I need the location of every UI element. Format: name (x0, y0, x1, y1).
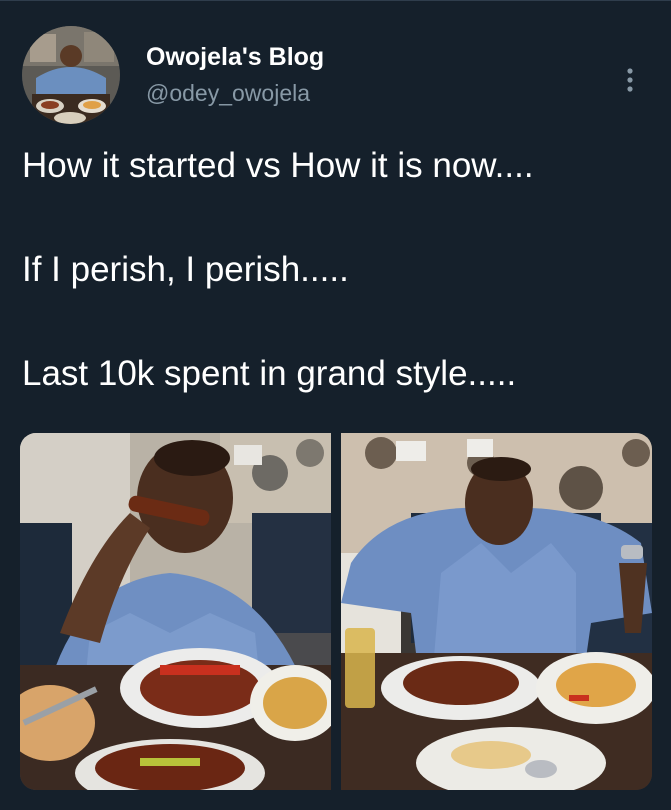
author-display-name[interactable]: Owojela's Blog (146, 42, 324, 72)
avatar-photo (22, 26, 120, 124)
author-handle[interactable]: @odey_owojela (146, 79, 324, 107)
tweet-header: Owojela's Blog @odey_owojela (22, 26, 652, 130)
photo-man-leaning-back (341, 433, 652, 790)
tweet-line-gap (22, 296, 652, 348)
tweet-line-gap (22, 192, 652, 244)
more-options-button[interactable] (618, 66, 642, 94)
tweet-text: How it started vs How it is now.... If I… (22, 140, 652, 400)
photo-man-eating-ribs (20, 433, 331, 790)
tweet-photo-1[interactable] (20, 433, 331, 790)
avatar[interactable] (22, 26, 120, 124)
tweet-text-line: Last 10k spent in grand style..... (22, 354, 517, 393)
tweet-text-line: How it started vs How it is now.... (22, 146, 534, 185)
tweet-photo-2[interactable] (341, 433, 652, 790)
top-divider (0, 0, 671, 1)
tweet-text-line: If I perish, I perish..... (22, 250, 349, 289)
author-names: Owojela's Blog @odey_owojela (146, 42, 324, 107)
vertical-ellipsis-icon (627, 68, 633, 92)
tweet-media-grid (20, 433, 652, 790)
